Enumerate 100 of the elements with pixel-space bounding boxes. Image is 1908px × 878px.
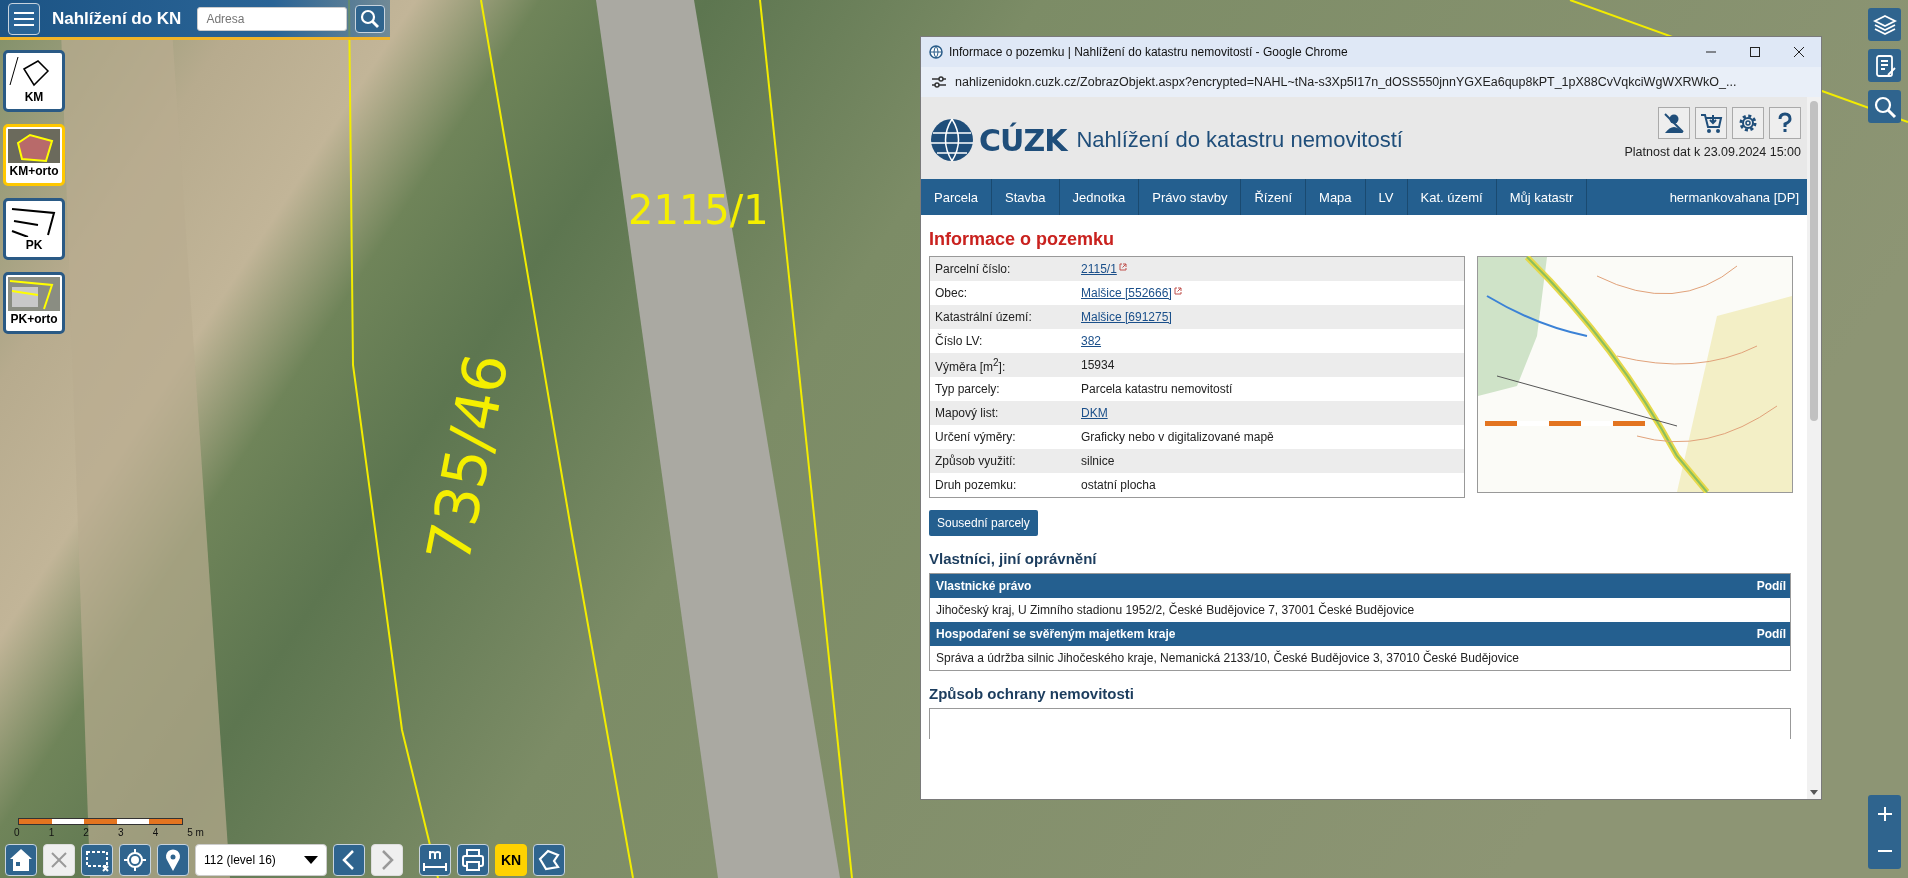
layer-thumbnail-icon bbox=[8, 129, 60, 163]
field-value: ostatní plocha bbox=[1081, 478, 1156, 492]
map-layer-button[interactable]: PK bbox=[3, 198, 65, 260]
search-icon bbox=[360, 8, 381, 29]
column-header: Podíl bbox=[1756, 579, 1786, 593]
pin-button[interactable] bbox=[157, 844, 189, 876]
close-icon[interactable] bbox=[1793, 46, 1805, 58]
search-button[interactable] bbox=[1868, 90, 1901, 123]
section-heading: Vlastníci, jiní oprávnění bbox=[929, 550, 1098, 567]
parcel-link[interactable]: Malšice [552666] bbox=[1081, 286, 1172, 300]
window-title: Informace o pozemku | Nahlížení do katastru nemovitostí - Google Chrome bbox=[949, 45, 1349, 59]
nav-menu-item[interactable]: Parcela bbox=[921, 179, 993, 215]
parcel-link[interactable]: DKM bbox=[1081, 406, 1108, 420]
cart-icon bbox=[1699, 111, 1723, 135]
section-heading: Způsob ochrany nemovitosti bbox=[929, 685, 1136, 702]
minus-icon bbox=[1876, 848, 1893, 853]
maximize-icon[interactable] bbox=[1749, 46, 1761, 58]
nav-menu-item[interactable]: LV bbox=[1365, 179, 1408, 215]
map-layer-button[interactable]: KM bbox=[3, 50, 65, 112]
map-layer-button[interactable]: PK+orto bbox=[3, 272, 65, 334]
nav-menu-item[interactable]: Řízení bbox=[1241, 179, 1307, 215]
cadastre-toggle-button[interactable]: KN bbox=[495, 844, 527, 876]
field-label: Výměra [m$^{2}$]: bbox=[934, 356, 1007, 374]
table-cell-text: Jihočeský kraj, U Zimního stadionu 1952/2, České Budějovice 7, 37001 České Budějovice bbox=[935, 601, 1416, 619]
field-label: Číslo LV: bbox=[934, 334, 984, 348]
scrollbar-track[interactable] bbox=[1807, 97, 1821, 799]
layers-button[interactable] bbox=[1868, 8, 1901, 41]
field-label: Obec: bbox=[934, 286, 968, 300]
scale-label: 5 m bbox=[187, 827, 204, 838]
caret-icon bbox=[304, 856, 318, 864]
help-button[interactable] bbox=[1769, 107, 1801, 139]
select-area-button[interactable] bbox=[81, 844, 113, 876]
parcel-number-label: 2115/1 bbox=[628, 190, 769, 230]
scale-label: 0 bbox=[14, 827, 20, 838]
app-title: Nahlížení do KN bbox=[52, 8, 182, 29]
search-icon bbox=[1872, 94, 1897, 119]
external-link-icon bbox=[1118, 263, 1127, 271]
nav-menu-item[interactable]: Kat. území bbox=[1407, 179, 1497, 215]
measure-button[interactable] bbox=[419, 844, 451, 876]
field-label: Mapový list: bbox=[934, 406, 1000, 420]
home-icon bbox=[8, 847, 34, 873]
field-value: Parcela katastru nemovitostí bbox=[1081, 382, 1233, 396]
column-header: Podíl bbox=[1756, 627, 1786, 641]
print-button[interactable] bbox=[457, 844, 489, 876]
scale-label: 2 bbox=[83, 827, 89, 838]
nav-menu-item[interactable]: Jednotka bbox=[1059, 179, 1140, 215]
parcel-link[interactable]: Malšice [691275] bbox=[1081, 310, 1172, 324]
data-validity-text: Platnost dat k 23.09.2024 15:00 bbox=[1624, 145, 1801, 159]
user-crossed-icon bbox=[1662, 111, 1686, 135]
prev-button[interactable] bbox=[333, 844, 365, 876]
parcel-link[interactable]: 382 bbox=[1081, 334, 1102, 348]
nav-menu-item[interactable]: Můj katastr bbox=[1496, 179, 1588, 215]
parcel-number-label: 735/46 bbox=[417, 348, 518, 568]
cart-button[interactable] bbox=[1695, 107, 1727, 139]
site-title: Nahlížení do katastru nemovitostí bbox=[1076, 127, 1403, 153]
field-value: silnice bbox=[1081, 454, 1115, 468]
scale-label: 4 bbox=[152, 827, 159, 838]
globe-icon bbox=[929, 45, 943, 59]
neighbouring-parcels-button[interactable]: Sousední parcely bbox=[929, 510, 1038, 536]
scale-label: 3 bbox=[117, 827, 124, 838]
nav-menu-item[interactable]: hermankovahana [DP] bbox=[1587, 179, 1807, 215]
search-button[interactable] bbox=[355, 4, 386, 33]
logo-text: CÚZK bbox=[979, 122, 1067, 158]
printer-icon bbox=[460, 847, 486, 873]
table-cell-text: Správa a údržba silnic Jihočeského kraje, Nemanická 2133/10, České Budějovice 3, 37010 České Budějovice bbox=[935, 649, 1520, 667]
crosshair-icon bbox=[122, 847, 148, 873]
parcel-link[interactable]: 2115/1 bbox=[1081, 262, 1117, 276]
layer-thumbnail-icon bbox=[8, 277, 60, 311]
external-link-icon bbox=[1173, 287, 1182, 295]
field-label: Způsob využití: bbox=[934, 454, 1017, 468]
column-header: Vlastnické právo bbox=[936, 579, 1032, 593]
layers-icon bbox=[1872, 12, 1897, 37]
section-heading: Informace o pozemku bbox=[929, 229, 1116, 250]
locate-button[interactable] bbox=[119, 844, 151, 876]
scale-label: 1 bbox=[48, 827, 55, 838]
nav-menu-item[interactable]: Právo stavby bbox=[1139, 179, 1242, 215]
scrollbar-thumb[interactable] bbox=[1810, 101, 1818, 421]
site-settings-icon[interactable] bbox=[931, 75, 947, 89]
zoom-level-dropdown[interactable]: 112 (level 16) bbox=[195, 844, 327, 876]
field-label: Katastrální území: bbox=[934, 310, 1033, 324]
field-value: Graficky nebo v digitalizované mapě bbox=[1081, 430, 1274, 444]
notes-button[interactable] bbox=[1868, 49, 1901, 82]
nav-menu-item[interactable]: Stavba bbox=[992, 179, 1060, 215]
globe-logo-icon bbox=[929, 117, 975, 163]
home-button[interactable] bbox=[5, 844, 37, 876]
address-search-field[interactable]: Adresa bbox=[197, 6, 348, 31]
settings-button[interactable] bbox=[1732, 107, 1764, 139]
field-label: Parcelní číslo: bbox=[934, 262, 1012, 276]
field-value: 15934 bbox=[1081, 358, 1115, 372]
field-label: Typ parcely: bbox=[934, 382, 1001, 396]
field-label: Určení výměry: bbox=[934, 430, 1017, 444]
field-label: Druh pozemku: bbox=[934, 478, 1018, 492]
shape-button[interactable] bbox=[533, 844, 565, 876]
menu-button[interactable] bbox=[8, 2, 40, 35]
column-header: Hospodaření se svěřeným majetkem kraje bbox=[936, 627, 1176, 641]
scroll-down-arrow-icon[interactable] bbox=[1810, 790, 1818, 795]
map-layer-button[interactable]: KM+orto bbox=[3, 124, 65, 186]
nav-menu-item[interactable]: Mapa bbox=[1306, 179, 1366, 215]
plus-icon bbox=[1876, 805, 1893, 822]
logout-button[interactable] bbox=[1658, 107, 1690, 139]
